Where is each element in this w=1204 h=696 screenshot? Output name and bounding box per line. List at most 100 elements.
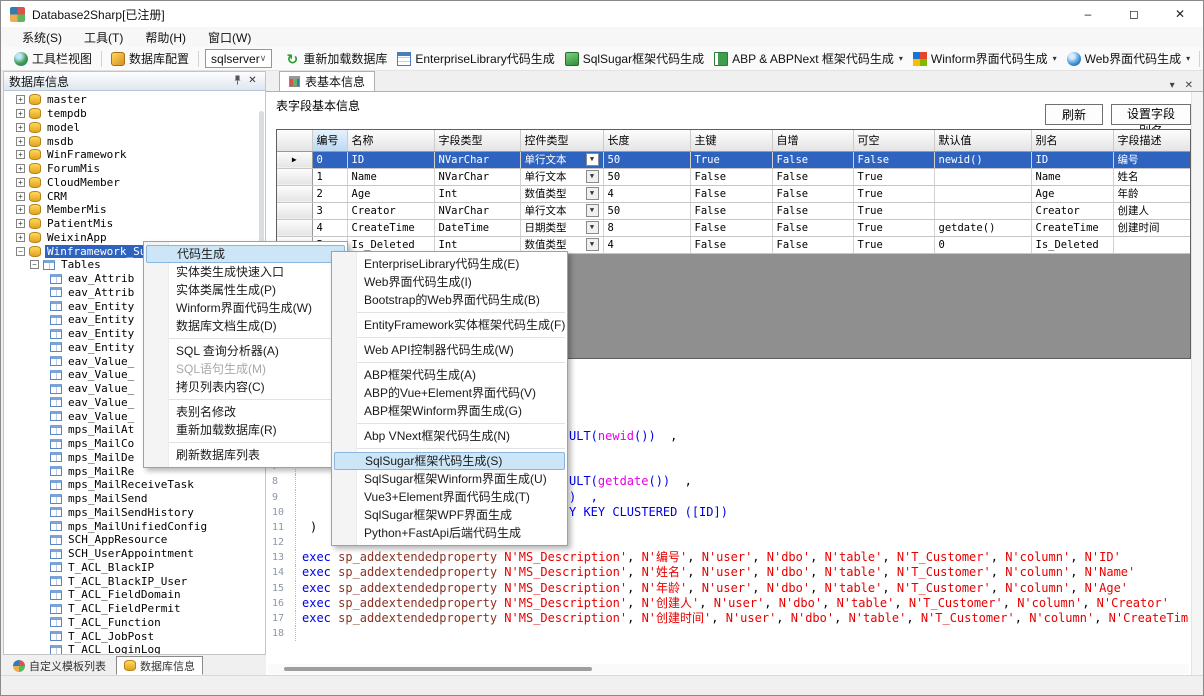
sqlsugar-codegen-button[interactable]: SqlSugar框架代码生成 — [560, 48, 709, 69]
grid-cell[interactable]: 单行文本▼ — [520, 202, 603, 219]
grid-cell[interactable]: True — [853, 202, 934, 219]
grid-cell[interactable]: True — [853, 236, 934, 253]
tree-db-CloudMember[interactable]: +CloudMember — [4, 176, 265, 190]
dropdown-icon[interactable]: ▼ — [586, 153, 599, 166]
submenu-item-9[interactable]: ABP的Vue+Element界面代码(V) — [332, 384, 567, 402]
grid-cell[interactable]: CreateTime — [1031, 219, 1113, 236]
tab-table-basic-info[interactable]: 表基本信息 — [279, 71, 375, 91]
column-header-0[interactable]: 编号 — [312, 130, 347, 151]
database-type-combo[interactable]: sqlserver∨ — [205, 49, 272, 68]
column-header-3[interactable]: 控件类型 — [520, 130, 603, 151]
grid-cell[interactable]: NVarChar — [434, 151, 520, 168]
grid-cell[interactable]: Creator — [347, 202, 434, 219]
submenu-item-12[interactable]: Abp VNext框架代码生成(N) — [332, 427, 567, 445]
expand-icon[interactable]: − — [16, 247, 25, 256]
expand-icon[interactable]: + — [16, 123, 25, 132]
row-selector[interactable] — [277, 202, 312, 219]
document-vertical-scrollbar[interactable] — [1191, 92, 1203, 675]
scrollbar-thumb[interactable] — [284, 667, 592, 671]
expand-icon[interactable]: − — [30, 260, 39, 269]
tree-db-msdb[interactable]: +msdb — [4, 134, 265, 148]
dropdown-icon[interactable]: ▼ — [586, 204, 599, 217]
dropdown-icon[interactable]: ▼ — [586, 187, 599, 200]
menubar-item[interactable]: 窗口(W) — [197, 27, 262, 48]
grid-cell[interactable]: 50 — [603, 202, 690, 219]
row-selector[interactable] — [277, 185, 312, 202]
grid-cell[interactable]: False — [772, 168, 853, 185]
column-header-1[interactable]: 名称 — [347, 130, 434, 151]
sidebar-tab-active[interactable]: 数据库信息 — [116, 656, 203, 675]
expand-icon[interactable]: + — [16, 233, 25, 242]
context-menu-item-2[interactable]: 实体类属性生成(P) — [144, 281, 347, 299]
column-header-5[interactable]: 主键 — [690, 130, 772, 151]
tree-table-T_ACL_BlackIP[interactable]: T_ACL_BlackIP — [4, 561, 265, 575]
grid-cell[interactable] — [934, 168, 1031, 185]
menubar-item[interactable]: 帮助(H) — [134, 27, 197, 48]
tree-db-tempdb[interactable]: +tempdb — [4, 107, 265, 121]
grid-cell[interactable]: 数值类型▼ — [520, 185, 603, 202]
context-menu-item-3[interactable]: Winform界面代码生成(W) — [144, 299, 347, 317]
column-header-4[interactable]: 长度 — [603, 130, 690, 151]
expand-icon[interactable]: + — [16, 150, 25, 159]
submenu-item-10[interactable]: ABP框架Winform界面生成(G) — [332, 402, 567, 420]
tree-db-CRM[interactable]: +CRM — [4, 189, 265, 203]
grid-cell[interactable]: 50 — [603, 151, 690, 168]
submenu-item-17[interactable]: SqlSugar框架WPF界面生成 — [332, 506, 567, 524]
submenu-item-18[interactable]: Python+FastApi后端代码生成 — [332, 524, 567, 542]
grid-cell[interactable]: False — [690, 236, 772, 253]
grid-cell[interactable]: False — [690, 202, 772, 219]
tree-db-WinFramework[interactable]: +WinFramework — [4, 148, 265, 162]
grid-cell[interactable]: 4 — [603, 185, 690, 202]
database-config-button[interactable]: 数据库配置 — [106, 48, 194, 69]
tree-table-SCH_UserAppointment[interactable]: SCH_UserAppointment — [4, 547, 265, 561]
row-selector[interactable] — [277, 219, 312, 236]
grid-cell[interactable]: 1 — [312, 168, 347, 185]
tree-table-mps_MailSendHistory[interactable]: mps_MailSendHistory — [4, 506, 265, 520]
grid-cell[interactable]: Age — [347, 185, 434, 202]
grid-cell[interactable]: 单行文本▼ — [520, 168, 603, 185]
dropdown-icon[interactable]: ▼ — [586, 238, 599, 251]
sidebar-tab-inactive[interactable]: 自定义模板列表 — [5, 656, 114, 675]
submenu-item-2[interactable]: Bootstrap的Web界面代码生成(B) — [332, 291, 567, 309]
submenu-item-4[interactable]: EntityFramework实体框架代码生成(F) — [332, 316, 567, 334]
expand-icon[interactable]: + — [16, 95, 25, 104]
grid-cell[interactable]: newid() — [934, 151, 1031, 168]
grid-cell[interactable]: 姓名 — [1113, 168, 1190, 185]
submenu-item-15[interactable]: SqlSugar框架Winform界面生成(U) — [332, 470, 567, 488]
dropdown-icon[interactable]: ▼ — [586, 221, 599, 234]
grid-cell[interactable]: Int — [434, 185, 520, 202]
grid-cell[interactable]: False — [853, 151, 934, 168]
grid-cell[interactable]: Creator — [1031, 202, 1113, 219]
tree-table-T_ACL_LoginLog[interactable]: T_ACL_LoginLog — [4, 643, 265, 655]
grid-cell[interactable]: 0 — [934, 236, 1031, 253]
context-menu-item-0[interactable]: 代码生成▸ — [146, 245, 345, 263]
tree-table-mps_MailReceiveTask[interactable]: mps_MailReceiveTask — [4, 478, 265, 492]
grid-cell[interactable]: getdate() — [934, 219, 1031, 236]
grid-cell[interactable]: 创建人 — [1113, 202, 1190, 219]
grid-cell[interactable]: 年龄 — [1113, 185, 1190, 202]
column-header-7[interactable]: 可空 — [853, 130, 934, 151]
column-header-10[interactable]: 字段描述 — [1113, 130, 1190, 151]
pin-icon[interactable] — [230, 75, 245, 88]
grid-cell[interactable]: False — [772, 185, 853, 202]
submenu-item-6[interactable]: Web API控制器代码生成(W) — [332, 341, 567, 359]
expand-icon[interactable]: + — [16, 109, 25, 118]
expand-icon[interactable]: + — [16, 137, 25, 146]
column-header-2[interactable]: 字段类型 — [434, 130, 520, 151]
toolbar-view-button[interactable]: 工具栏视图 — [9, 48, 97, 69]
submenu-item-8[interactable]: ABP框架代码生成(A) — [332, 366, 567, 384]
grid-cell[interactable]: 8 — [603, 219, 690, 236]
set-field-alias-button[interactable]: 设置字段别名 — [1111, 104, 1191, 125]
grid-cell[interactable]: DateTime — [434, 219, 520, 236]
tree-table-T_ACL_Function[interactable]: T_ACL_Function — [4, 616, 265, 630]
close-button[interactable]: ✕ — [1157, 1, 1203, 27]
grid-cell[interactable]: Name — [347, 168, 434, 185]
expand-icon[interactable]: + — [16, 192, 25, 201]
grid-cell[interactable]: False — [772, 151, 853, 168]
grid-cell[interactable]: 0 — [312, 151, 347, 168]
submenu-item-14[interactable]: SqlSugar框架代码生成(S) — [334, 452, 565, 470]
expand-icon[interactable]: + — [16, 219, 25, 228]
grid-cell[interactable]: 50 — [603, 168, 690, 185]
dropdown-icon[interactable]: ▼ — [586, 170, 599, 183]
tree-table-T_ACL_FieldPermit[interactable]: T_ACL_FieldPermit — [4, 602, 265, 616]
